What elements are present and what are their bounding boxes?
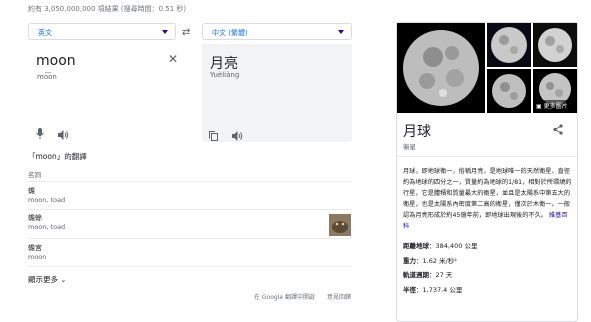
fact-value: 1,737.4 公里	[422, 286, 463, 294]
entity-subtitle: 衛星	[403, 143, 416, 151]
entry-gloss: moon, toad	[28, 223, 66, 231]
fact-value: 27 天	[435, 271, 453, 279]
divider	[397, 156, 577, 157]
part-of-speech: 名詞	[28, 171, 41, 179]
entry-word: 蟾蜍	[28, 214, 42, 222]
close-icon[interactable]: ✕	[168, 52, 178, 66]
microphone-icon[interactable]	[36, 124, 44, 143]
copy-icon[interactable]	[209, 126, 218, 145]
result-stats: 約有 3,050,000,000 項結果 (搜尋時間：0.51 秒)	[28, 5, 187, 13]
show-more-button[interactable]: 顯示更多 ⌄	[28, 274, 66, 285]
target-language-select[interactable]: 中文 (繁體)	[202, 23, 352, 40]
source-language-select[interactable]: 英文	[28, 23, 176, 40]
entry-word: 蟾宮	[28, 244, 42, 252]
entry-gloss: moon	[28, 253, 47, 261]
entry-gloss: moon, toad	[28, 196, 66, 204]
target-language-label: 中文 (繁體)	[212, 29, 248, 37]
toad-image[interactable]	[329, 214, 351, 236]
entity-description: 月球，即地球衛一，俗稱月亮，是地球唯一的天然衛星，直徑約為地球的四分之一，質量約…	[403, 166, 573, 232]
target-romanization: Yuèliàng	[210, 71, 240, 79]
moon-image[interactable]	[487, 69, 531, 113]
source-text[interactable]: moon	[36, 53, 76, 69]
target-text: 月亮	[210, 56, 238, 72]
moon-image[interactable]	[487, 23, 531, 67]
fact-value: 384,400 公里	[435, 242, 478, 250]
divider	[28, 238, 352, 239]
divider	[28, 209, 352, 210]
divider	[28, 266, 352, 267]
more-images-label: 更多圖片	[543, 103, 568, 110]
entry-word: 蟾	[28, 187, 35, 195]
fact-label[interactable]: 重力	[403, 257, 416, 265]
speaker-icon[interactable]	[58, 125, 69, 144]
fact-label[interactable]: 半徑	[403, 286, 416, 294]
dropdown-caret-icon	[162, 30, 168, 34]
fact-label[interactable]: 距離地球	[403, 242, 429, 250]
moon-image-large[interactable]	[397, 23, 485, 113]
source-romanization: mo͞on	[37, 73, 57, 81]
fact-label[interactable]: 軌道週期	[403, 271, 429, 279]
image-gallery-icon: ▣	[536, 103, 542, 110]
entity-title: 月球	[403, 124, 431, 140]
fact-row: 距離地球：384,400 公里	[403, 242, 478, 250]
speaker-icon[interactable]	[232, 126, 243, 145]
translations-title: 「moon」的翻譯	[28, 152, 87, 161]
moon-image[interactable]	[533, 23, 577, 67]
more-images-button[interactable]: ▣ 更多圖片	[533, 100, 571, 111]
source-language-label: 英文	[38, 29, 52, 37]
description-text: 月球，即地球衛一，俗稱月亮，是地球唯一的天然衛星，直徑約為地球的四分之一，質量約…	[403, 168, 572, 219]
fact-value: 1.62 米/秒²	[422, 257, 457, 265]
fact-row: 重力：1.62 米/秒²	[403, 257, 457, 265]
divider	[28, 181, 352, 182]
share-icon[interactable]	[553, 124, 563, 138]
show-more-label: 顯示更多	[28, 275, 58, 284]
chevron-down-icon: ⌄	[60, 276, 67, 284]
fact-row: 半徑：1,737.4 公里	[403, 286, 463, 294]
swap-arrows-icon[interactable]: ⇄	[182, 27, 190, 38]
dropdown-caret-icon	[338, 30, 344, 34]
fact-row: 軌道週期：27 天	[403, 271, 453, 279]
